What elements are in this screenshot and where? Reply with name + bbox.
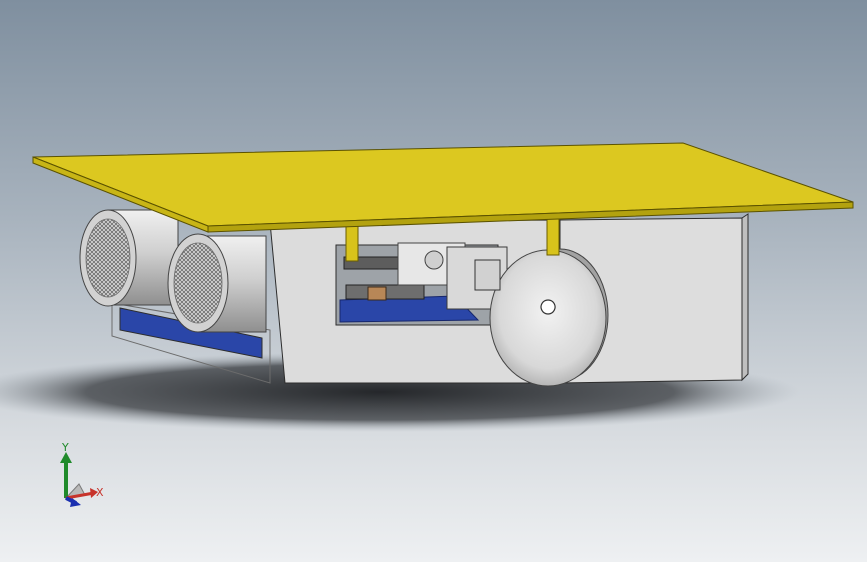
plate-standoff-right — [546, 218, 560, 256]
axle-shaft — [474, 259, 501, 291]
coordinate-triad-graphic — [60, 452, 98, 507]
y-axis-label: Y — [62, 441, 69, 454]
robot-car-model[interactable] — [0, 0, 867, 562]
tan-component — [367, 286, 387, 301]
drive-wheel[interactable] — [489, 249, 607, 387]
cad-viewport[interactable]: Y X — [0, 0, 867, 562]
ultrasonic-sensor-right-mesh — [173, 242, 223, 324]
motor-end-cap — [424, 250, 444, 270]
coordinate-triad: Y X — [48, 440, 118, 515]
chassis-right-block-side — [741, 213, 749, 382]
wheel-hub-icon — [540, 299, 556, 315]
x-axis-label: X — [96, 486, 104, 499]
ultrasonic-sensor-left-mesh — [85, 218, 131, 298]
